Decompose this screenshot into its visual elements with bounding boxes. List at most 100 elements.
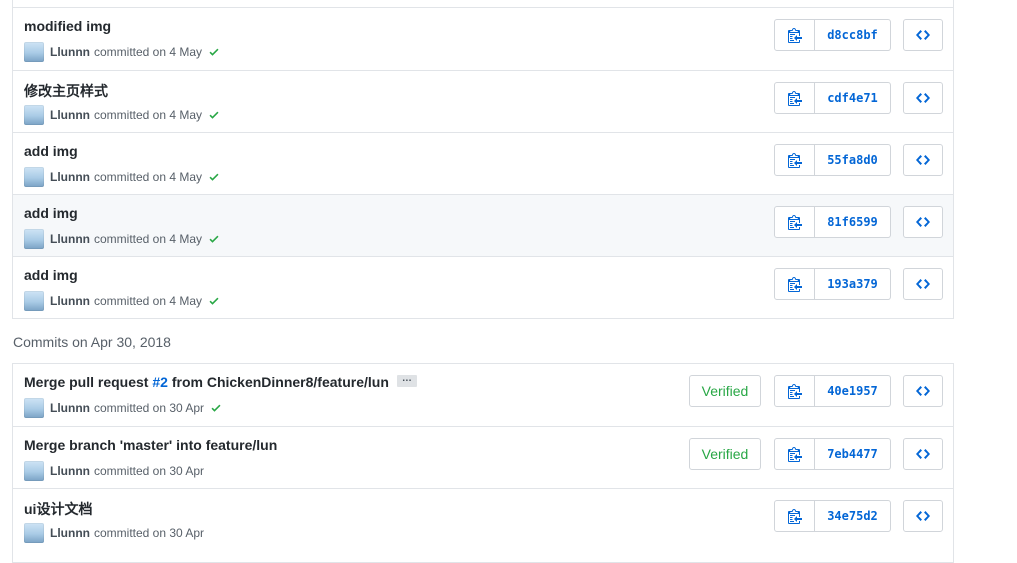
clipboard-icon <box>787 384 802 399</box>
copy-sha-button[interactable] <box>775 83 815 113</box>
avatar[interactable] <box>24 42 44 62</box>
commit-sha-link[interactable]: 193a379 <box>815 269 890 299</box>
commit-author[interactable]: Llunnn <box>50 464 90 478</box>
commit-meta: Llunnn committed on 4 May <box>24 42 221 62</box>
copy-sha-button[interactable] <box>775 145 815 175</box>
browse-repo-button[interactable] <box>903 82 943 114</box>
clipboard-icon <box>787 28 802 43</box>
avatar[interactable] <box>24 398 44 418</box>
browse-repo-button[interactable] <box>903 206 943 238</box>
commit-meta: Llunnn committed on 4 May <box>24 291 221 311</box>
commit-author[interactable]: Llunnn <box>50 45 90 59</box>
commit-sha-link[interactable]: 81f6599 <box>815 207 890 237</box>
commit-meta: Llunnn committed on 4 May <box>24 105 221 125</box>
code-icon <box>916 155 930 165</box>
clipboard-icon <box>787 153 802 168</box>
avatar[interactable] <box>24 523 44 543</box>
avatar[interactable] <box>24 461 44 481</box>
commit-message[interactable]: Merge branch 'master' into feature/lun <box>24 437 277 453</box>
sha-button-group: 40e1957 <box>774 375 891 407</box>
browse-repo-button[interactable] <box>903 144 943 176</box>
clipboard-icon <box>787 447 802 462</box>
commit-message[interactable]: ui设计文档 <box>24 499 92 519</box>
expand-message-button[interactable]: … <box>396 374 417 388</box>
verified-badge[interactable]: Verified <box>689 438 761 470</box>
commit-meta: Llunnn committed on 30 Apr <box>24 461 204 481</box>
avatar[interactable] <box>24 105 44 125</box>
commit-message-part[interactable]: from ChickenDinner8/feature/lun <box>168 374 389 390</box>
commit-sha-link[interactable]: 7eb4477 <box>815 439 890 469</box>
commit-meta: Llunnn committed on 30 Apr <box>24 523 204 543</box>
avatar[interactable] <box>24 291 44 311</box>
sha-button-group: 55fa8d0 <box>774 144 891 176</box>
check-icon[interactable] <box>207 295 221 307</box>
code-icon <box>916 279 930 289</box>
commit-sha-link[interactable]: 34e75d2 <box>815 501 890 531</box>
browse-repo-button[interactable] <box>903 19 943 51</box>
copy-sha-button[interactable] <box>775 376 815 406</box>
commit-meta: Llunnn committed on 4 May <box>24 229 221 249</box>
commit-date: committed on 4 May <box>93 170 203 184</box>
pull-request-link[interactable]: #2 <box>152 374 168 390</box>
commit-row: modified img Llunnn committed on 4 May d… <box>13 8 953 70</box>
commit-sha-link[interactable]: d8cc8bf <box>815 20 890 50</box>
commit-date: committed on 30 Apr <box>93 526 205 540</box>
commit-date: committed on 4 May <box>93 108 203 122</box>
commit-group-may: modified img Llunnn committed on 4 May d… <box>12 7 954 319</box>
sha-button-group: 81f6599 <box>774 206 891 238</box>
copy-sha-button[interactable] <box>775 269 815 299</box>
commit-message[interactable]: modified img <box>24 18 111 34</box>
browse-repo-button[interactable] <box>903 268 943 300</box>
code-icon <box>916 386 930 396</box>
commit-author[interactable]: Llunnn <box>50 232 90 246</box>
code-icon <box>916 511 930 521</box>
commit-message[interactable]: 修改主页样式 <box>24 81 108 101</box>
list-top-edge <box>12 0 954 7</box>
commit-row: Merge pull request #2 from ChickenDinner… <box>13 364 953 426</box>
check-icon[interactable] <box>209 402 223 414</box>
commit-meta: Llunnn committed on 4 May <box>24 167 221 187</box>
avatar[interactable] <box>24 229 44 249</box>
code-icon <box>916 93 930 103</box>
avatar[interactable] <box>24 167 44 187</box>
copy-sha-button[interactable] <box>775 439 815 469</box>
check-icon[interactable] <box>207 46 221 58</box>
check-icon[interactable] <box>207 109 221 121</box>
clipboard-icon <box>787 215 802 230</box>
commit-message[interactable]: add img <box>24 267 78 283</box>
commit-date: committed on 4 May <box>93 294 203 308</box>
commit-author[interactable]: Llunnn <box>50 294 90 308</box>
commit-date: committed on 4 May <box>93 232 203 246</box>
sha-button-group: d8cc8bf <box>774 19 891 51</box>
verified-badge[interactable]: Verified <box>689 375 761 407</box>
commit-author[interactable]: Llunnn <box>50 108 90 122</box>
sha-button-group: cdf4e71 <box>774 82 891 114</box>
code-icon <box>916 449 930 459</box>
commit-meta: Llunnn committed on 30 Apr <box>24 398 223 418</box>
browse-repo-button[interactable] <box>903 500 943 532</box>
clipboard-icon <box>787 91 802 106</box>
commit-message[interactable]: add img <box>24 205 78 221</box>
commit-author[interactable]: Llunnn <box>50 170 90 184</box>
commit-author[interactable]: Llunnn <box>50 526 90 540</box>
browse-repo-button[interactable] <box>903 438 943 470</box>
commit-sha-link[interactable]: cdf4e71 <box>815 83 890 113</box>
check-icon[interactable] <box>207 171 221 183</box>
commit-date: committed on 30 Apr <box>93 401 205 415</box>
commit-message[interactable]: add img <box>24 143 78 159</box>
commit-row: add img Llunnn committed on 4 May 55fa8d… <box>13 132 953 194</box>
browse-repo-button[interactable] <box>903 375 943 407</box>
commit-row: 修改主页样式 Llunnn committed on 4 May cdf4e71 <box>13 70 953 132</box>
commit-message-part[interactable]: Merge pull request <box>24 374 152 390</box>
copy-sha-button[interactable] <box>775 207 815 237</box>
commit-author[interactable]: Llunnn <box>50 401 90 415</box>
copy-sha-button[interactable] <box>775 501 815 531</box>
copy-sha-button[interactable] <box>775 20 815 50</box>
clipboard-icon <box>787 509 802 524</box>
commit-sha-link[interactable]: 55fa8d0 <box>815 145 890 175</box>
commit-row: add img Llunnn committed on 4 May 193a37… <box>13 256 953 318</box>
commit-sha-link[interactable]: 40e1957 <box>815 376 890 406</box>
sha-button-group: 7eb4477 <box>774 438 891 470</box>
check-icon[interactable] <box>207 233 221 245</box>
commit-row: add img Llunnn committed on 4 May 81f659… <box>13 194 953 256</box>
